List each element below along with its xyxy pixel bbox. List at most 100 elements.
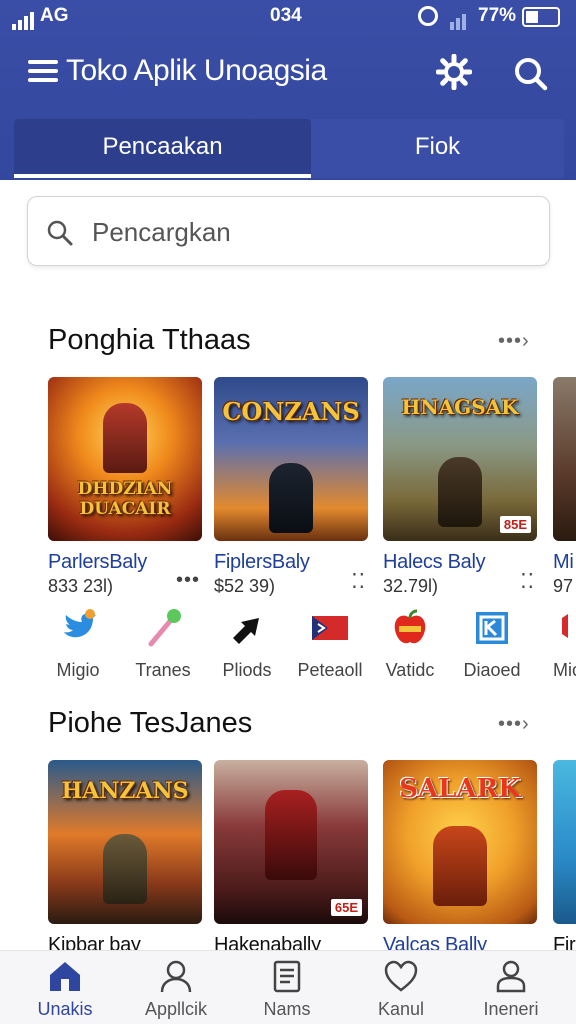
app-shortcut[interactable]: Mic (528, 604, 576, 681)
app-label: Peteaoll (297, 660, 363, 680)
character-figure (103, 834, 147, 904)
nav-item-unakis[interactable]: Unakis (15, 959, 115, 1020)
home-icon (50, 962, 80, 991)
nav-item-ineneri[interactable]: Ineneri (461, 959, 561, 1020)
game-thumbnail: DHDZIAN DUACAIR (48, 377, 202, 541)
rating-badge: 65E (330, 899, 362, 916)
app-shortcut[interactable]: Vatidc (367, 604, 453, 681)
card-subtitle: 32.79l) (383, 576, 439, 596)
app-label: Mic (553, 660, 576, 680)
game-card[interactable]: HANZANS Kipbar bay (48, 760, 202, 957)
card-subtitle: 97 (553, 576, 574, 596)
twitter-bird-icon (58, 608, 98, 648)
nav-label: Nams (263, 999, 311, 1019)
nav-label: Appllcik (144, 999, 208, 1019)
app-label: Vatidc (385, 660, 435, 680)
apple-icon (390, 608, 430, 648)
tab-pencaakan[interactable]: Pencaakan (14, 119, 311, 178)
game-card[interactable]: SALARK Valcas Bally (383, 760, 537, 957)
character-figure (438, 457, 482, 527)
app-shortcut[interactable]: Diaoed (449, 604, 535, 681)
page-title: Toko Aplik Unoagsia (66, 54, 327, 87)
nav-item-appllcik[interactable]: Appllcik (126, 959, 226, 1020)
card-subtitle: $52 39) (214, 576, 276, 596)
character-figure (265, 790, 317, 880)
card-title: FiplersBaly (214, 551, 310, 573)
thumbnail-title: CONZANS (222, 397, 360, 426)
nav-label: Kanul (377, 999, 425, 1019)
app-label: Migio (56, 660, 100, 680)
flag-icon (310, 608, 350, 648)
partial-icon (558, 608, 568, 648)
section-more-button[interactable]: •••› (498, 330, 530, 353)
section-more-button[interactable]: •••› (498, 713, 530, 736)
thumbnail-title: HANZANS (61, 778, 189, 804)
character-figure (433, 826, 487, 906)
title-bar: Toko Aplik Unoagsia (0, 40, 576, 104)
carrier-label: AG (40, 5, 69, 26)
game-thumbnail: CONZANS (214, 377, 368, 541)
app-shortcut[interactable]: Pliods (204, 604, 290, 681)
character-figure (103, 403, 147, 473)
thumbnail-title: HNAGSAK (401, 395, 519, 419)
app-header: AG 034 77% Toko Aplik Unoagsia Pencaakan… (0, 0, 576, 180)
header-search-button[interactable] (510, 54, 550, 94)
status-bar: AG 034 77% (0, 0, 576, 34)
game-card[interactable]: CONZANS FiplersBaly $52 39) ⁚⁚ (214, 377, 368, 597)
app-shortcut[interactable]: Tranes (120, 604, 206, 681)
game-card[interactable]: Mi 97 (553, 377, 576, 597)
game-card[interactable]: HNAGSAK 85E Halecs Baly 32.79l) ⁚⁚ (383, 377, 537, 597)
app-label: Diaoed (463, 660, 521, 680)
clock: 034 (270, 5, 302, 26)
square-k-icon (472, 608, 512, 648)
nav-label: Ineneri (483, 999, 539, 1019)
thumbnail-title: DHDZIAN DUACAIR (77, 479, 173, 519)
app-shortcut[interactable]: Migio (35, 604, 121, 681)
more-options-button[interactable]: ••• (176, 569, 200, 592)
game-card[interactable]: 65E Hakenabally (214, 760, 368, 957)
tab-bar: Pencaakan Fiok (14, 119, 564, 178)
game-thumbnail: 65E (214, 760, 368, 924)
nav-item-kanul[interactable]: Kanul (351, 959, 451, 1020)
game-thumbnail: HANZANS (48, 760, 202, 924)
settings-button[interactable] (435, 53, 473, 91)
profile-icon (496, 960, 526, 993)
game-card[interactable]: Fir (553, 760, 576, 957)
search-bar[interactable] (27, 196, 550, 266)
game-thumbnail: SALARK (383, 760, 537, 924)
nav-label: Unakis (37, 999, 93, 1019)
game-thumbnail (553, 377, 576, 541)
more-options-button[interactable]: ⁚⁚ (520, 569, 535, 594)
app-shortcut[interactable]: Peteaoll (287, 604, 373, 681)
section-title: Piohe TesJanes (48, 707, 253, 739)
tab-fiok[interactable]: Fiok (311, 119, 564, 178)
more-options-button[interactable]: ⁚⁚ (351, 569, 366, 594)
gear-icon (435, 53, 473, 91)
section-title: Ponghia Tthaas (48, 324, 251, 356)
menu-icon[interactable] (28, 60, 58, 84)
app-label: Pliods (222, 660, 272, 680)
game-thumbnail (553, 760, 576, 924)
signal-icon (12, 8, 36, 30)
search-input[interactable] (92, 213, 532, 251)
cellular-icon (450, 8, 468, 30)
thumbnail-title: SALARK (399, 774, 521, 804)
search-icon (515, 58, 548, 91)
heart-icon (384, 960, 418, 992)
game-card[interactable]: DHDZIAN DUACAIR ParlersBaly 833 23l) ••• (48, 377, 202, 597)
battery-percent: 77% (478, 5, 517, 26)
battery-icon (522, 7, 560, 27)
document-icon (273, 960, 301, 993)
search-icon (47, 220, 73, 246)
wand-icon (143, 608, 183, 648)
app-label: Tranes (135, 660, 191, 680)
alarm-icon (418, 6, 438, 26)
app-shortcut-row: Migio Tranes Pliods Peteaoll Vatidc Diao… (0, 604, 576, 694)
bottom-navigation: Unakis Appllcik Nams Kanul Ineneri (0, 950, 576, 1024)
nav-item-nams[interactable]: Nams (237, 959, 337, 1020)
rating-badge: 85E (499, 516, 531, 533)
card-title: Mi (553, 551, 574, 573)
character-figure (269, 463, 313, 533)
arrow-icon (227, 608, 267, 648)
card-title: Halecs Baly (383, 551, 486, 573)
